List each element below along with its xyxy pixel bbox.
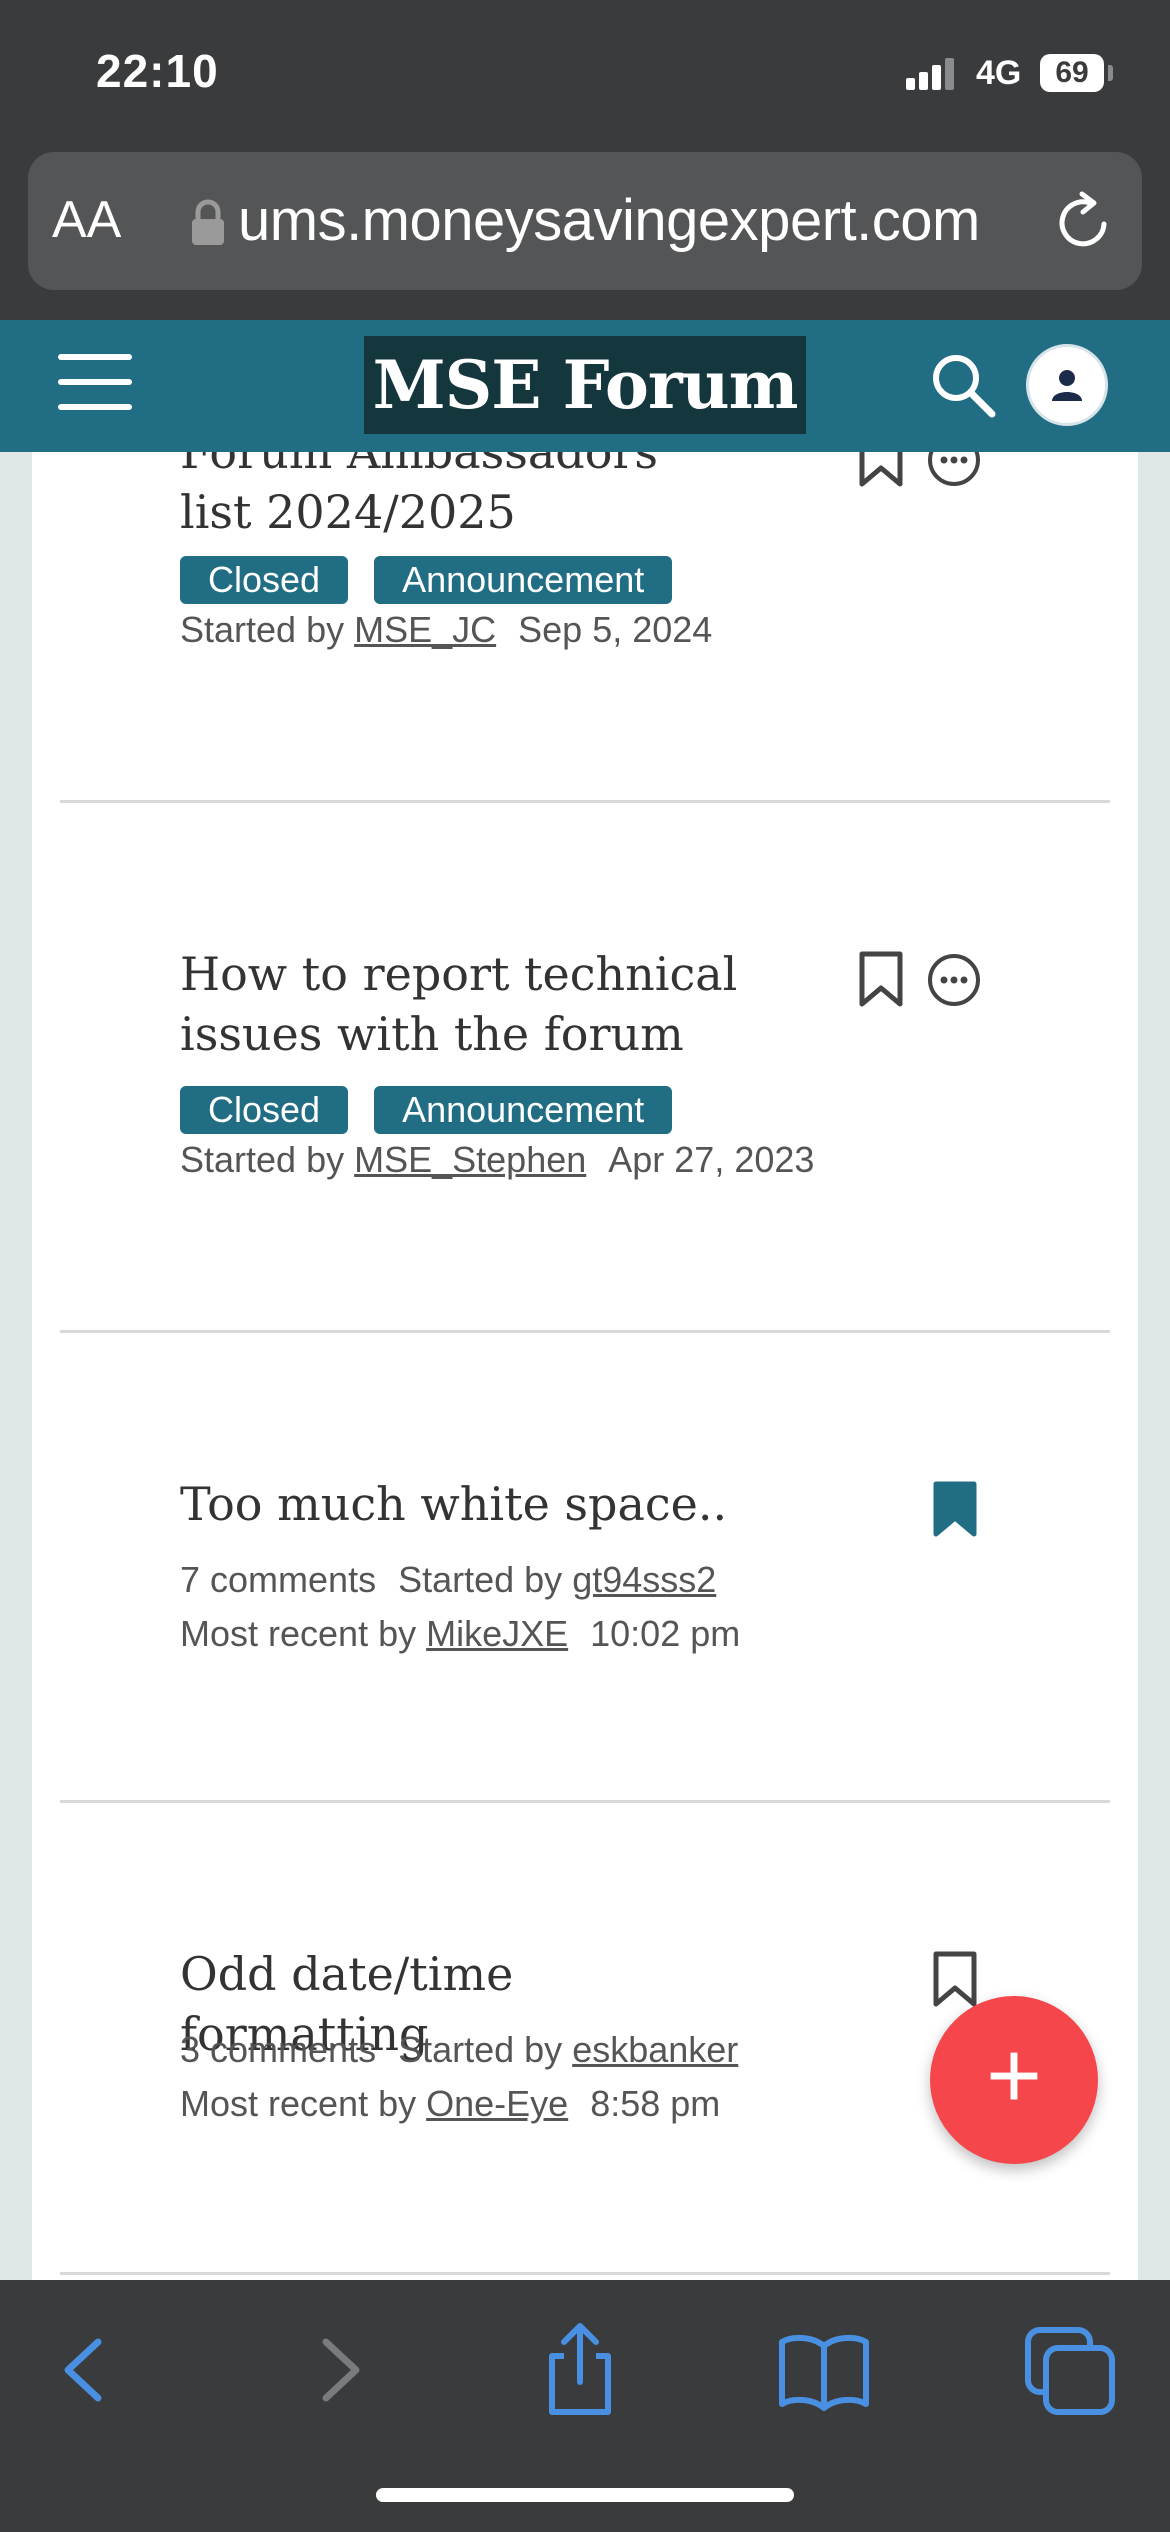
discussion-meta-recent: Most recent by One-Eye 8:58 pm	[180, 2082, 720, 2126]
more-options-icon[interactable]	[926, 452, 982, 488]
bookmark-filled-icon[interactable]	[932, 1480, 978, 1538]
tag-list: Closed Announcement	[180, 556, 698, 604]
author-link[interactable]: eskbanker	[572, 2029, 738, 2070]
hamburger-menu-icon[interactable]	[58, 354, 132, 416]
started-by-label: Started by	[180, 1139, 345, 1180]
battery-tip	[1108, 65, 1113, 81]
user-silhouette-icon	[1052, 370, 1082, 401]
lock-icon	[192, 199, 224, 245]
item-divider	[60, 1330, 1110, 1333]
tag-announcement[interactable]: Announcement	[374, 556, 673, 604]
back-icon[interactable]	[36, 2320, 136, 2420]
bookmark-icon[interactable]	[858, 950, 904, 1008]
reload-icon[interactable]	[1052, 190, 1116, 254]
author-link[interactable]: MSE_Stephen	[354, 1139, 586, 1180]
discussion-title[interactable]: Too much white space..	[180, 1474, 740, 1534]
discussion-meta: 7 comments Started by gt94sss2	[180, 1558, 716, 1602]
discussion-meta: Started by MSE_JC Sep 5, 2024	[180, 608, 712, 652]
discussion-title[interactable]: Forum Ambassadors list 2024/2025	[180, 452, 740, 542]
url-text[interactable]: ums.moneysavingexpert.com	[238, 188, 980, 254]
tabs-icon[interactable]	[1020, 2320, 1120, 2420]
home-indicator	[376, 2488, 794, 2502]
item-divider	[60, 1800, 1110, 1803]
started-by-label: Started by	[398, 2029, 563, 2070]
new-discussion-button[interactable]: +	[930, 1996, 1098, 2164]
tag-list: Closed Announcement	[180, 1086, 698, 1134]
comment-count: 7 comments	[180, 1559, 377, 1600]
discussion-title[interactable]: How to report technical issues with the …	[180, 944, 740, 1064]
site-logo[interactable]: MSE Forum	[364, 336, 806, 434]
recent-time: 10:02 pm	[590, 1613, 741, 1654]
discussion-meta: 3 comments Started by eskbanker	[180, 2028, 738, 2072]
plus-icon: +	[985, 2022, 1043, 2129]
tag-closed[interactable]: Closed	[180, 556, 349, 604]
address-bar[interactable]: AA ums.moneysavingexpert.com	[28, 152, 1142, 290]
post-date: Apr 27, 2023	[608, 1139, 815, 1180]
tag-announcement[interactable]: Announcement	[374, 1086, 673, 1134]
post-date: Sep 5, 2024	[518, 609, 713, 650]
recent-time: 8:58 pm	[590, 2083, 721, 2124]
most-recent-label: Most recent by	[180, 1613, 417, 1654]
status-time: 22:10	[96, 45, 219, 97]
battery-icon: 69	[1040, 54, 1104, 92]
recent-user-link[interactable]: MikeJXE	[426, 1613, 568, 1654]
discussion-meta: Started by MSE_Stephen Apr 27, 2023	[180, 1138, 814, 1182]
search-icon[interactable]	[928, 350, 998, 420]
started-by-label: Started by	[180, 609, 345, 650]
forward-icon[interactable]	[288, 2320, 388, 2420]
bookmarks-icon[interactable]	[774, 2320, 874, 2420]
author-link[interactable]: gt94sss2	[572, 1559, 716, 1600]
status-bar: 22:10 4G 69	[0, 0, 1170, 150]
most-recent-label: Most recent by	[180, 2083, 417, 2124]
share-icon[interactable]	[530, 2320, 630, 2420]
cellular-signal-icon	[906, 58, 958, 90]
discussion-meta-recent: Most recent by MikeJXE 10:02 pm	[180, 1612, 740, 1656]
bookmark-icon[interactable]	[858, 452, 904, 488]
user-avatar[interactable]	[1026, 344, 1108, 426]
item-divider	[60, 2272, 1110, 2275]
comment-count: 3 comments	[180, 2029, 377, 2070]
tag-closed[interactable]: Closed	[180, 1086, 349, 1134]
more-options-icon[interactable]	[926, 952, 982, 1008]
network-type: 4G	[976, 54, 1022, 92]
started-by-label: Started by	[398, 1559, 563, 1600]
recent-user-link[interactable]: One-Eye	[426, 2083, 568, 2124]
text-size-button[interactable]: AA	[52, 190, 152, 250]
author-link[interactable]: MSE_JC	[354, 609, 496, 650]
site-header: MSE Forum	[0, 320, 1170, 452]
item-divider	[60, 800, 1110, 803]
